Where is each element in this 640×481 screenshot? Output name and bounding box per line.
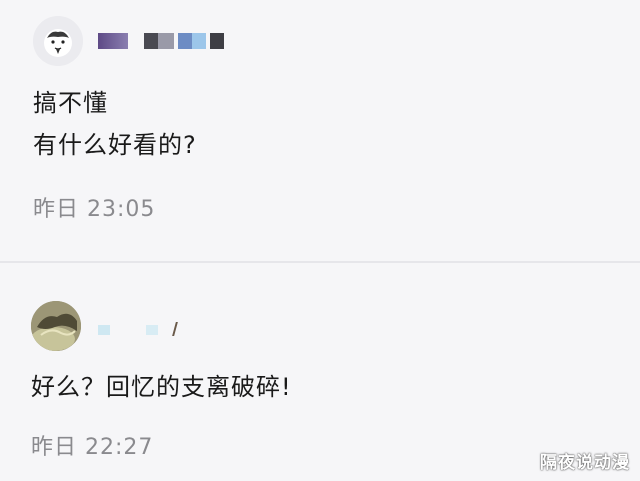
comment-item: 搞不懂 有什么好看的? 昨日 23:05 [0,0,640,262]
comment-text-line: 有什么好看的? [33,131,197,159]
watermark-text: 隔夜说动漫 [540,453,630,473]
username-redacted[interactable] [98,33,226,49]
comment-text-line: 搞不懂 [33,89,108,117]
comment-text-line: 好么？回忆的支离破碎! [31,373,292,401]
landscape-photo-avatar-icon[interactable] [31,301,81,351]
username-redacted[interactable] [96,321,196,337]
comment-timestamp: 昨日 23:05 [33,197,156,222]
comment-timestamp: 昨日 22:27 [31,435,154,460]
comment-list: 搞不懂 有什么好看的? 昨日 23:05 好么？回忆的支离破碎! 昨日 22:2… [0,0,640,481]
white-dog-avatar-icon[interactable] [33,16,83,66]
